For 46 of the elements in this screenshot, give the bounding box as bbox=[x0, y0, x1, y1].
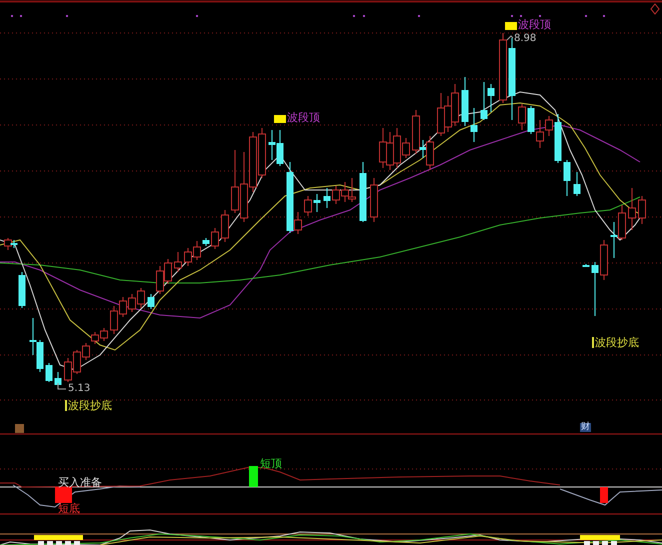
candlestick bbox=[528, 106, 534, 134]
candlestick bbox=[18, 272, 26, 308]
marker-icon bbox=[505, 22, 517, 30]
signal-bar bbox=[600, 487, 608, 503]
candlestick bbox=[574, 172, 580, 196]
signal-label: 买入准备 bbox=[58, 477, 102, 488]
candlestick bbox=[360, 162, 366, 222]
tag-icon bbox=[15, 424, 24, 433]
badge: 财 bbox=[580, 423, 591, 432]
candlestick bbox=[592, 262, 598, 316]
signal-label: 短底 bbox=[58, 503, 80, 514]
leader-line bbox=[506, 35, 514, 40]
signal-bar bbox=[55, 487, 72, 503]
candlestick bbox=[564, 160, 570, 196]
candlestick bbox=[462, 76, 468, 126]
signal-label: 波段抄底 bbox=[65, 400, 112, 411]
candlestick bbox=[148, 294, 154, 310]
candlestick bbox=[211, 228, 219, 250]
candlestick bbox=[174, 252, 182, 272]
candlestick bbox=[46, 362, 52, 382]
candlestick bbox=[628, 188, 636, 230]
candlestick bbox=[499, 32, 507, 104]
candlestick bbox=[582, 264, 590, 267]
candlestick bbox=[202, 238, 210, 246]
candlestick bbox=[370, 178, 378, 222]
candlestick bbox=[518, 104, 526, 130]
signal-strip bbox=[580, 535, 620, 540]
signal-label: 波段顶 bbox=[518, 19, 551, 30]
marker-icon bbox=[274, 115, 286, 123]
candlestick bbox=[554, 114, 562, 164]
leader-line bbox=[58, 382, 66, 390]
signal-label: 短顶 bbox=[260, 458, 282, 469]
candlestick bbox=[638, 196, 646, 224]
candlestick bbox=[221, 210, 229, 242]
signal-label: 波段抄底 bbox=[592, 337, 639, 348]
price-label: 5.13 bbox=[68, 384, 90, 394]
signal-strip bbox=[34, 535, 83, 540]
price-label: 8.98 bbox=[514, 34, 536, 44]
candlestick bbox=[600, 240, 608, 280]
signal-bar bbox=[249, 466, 258, 487]
signal-label: 波段顶 bbox=[287, 112, 320, 123]
candlestick bbox=[314, 194, 320, 212]
diamond-icon bbox=[650, 3, 660, 15]
candlestick bbox=[324, 188, 330, 208]
candlestick bbox=[304, 196, 312, 216]
candlestick bbox=[470, 108, 478, 142]
